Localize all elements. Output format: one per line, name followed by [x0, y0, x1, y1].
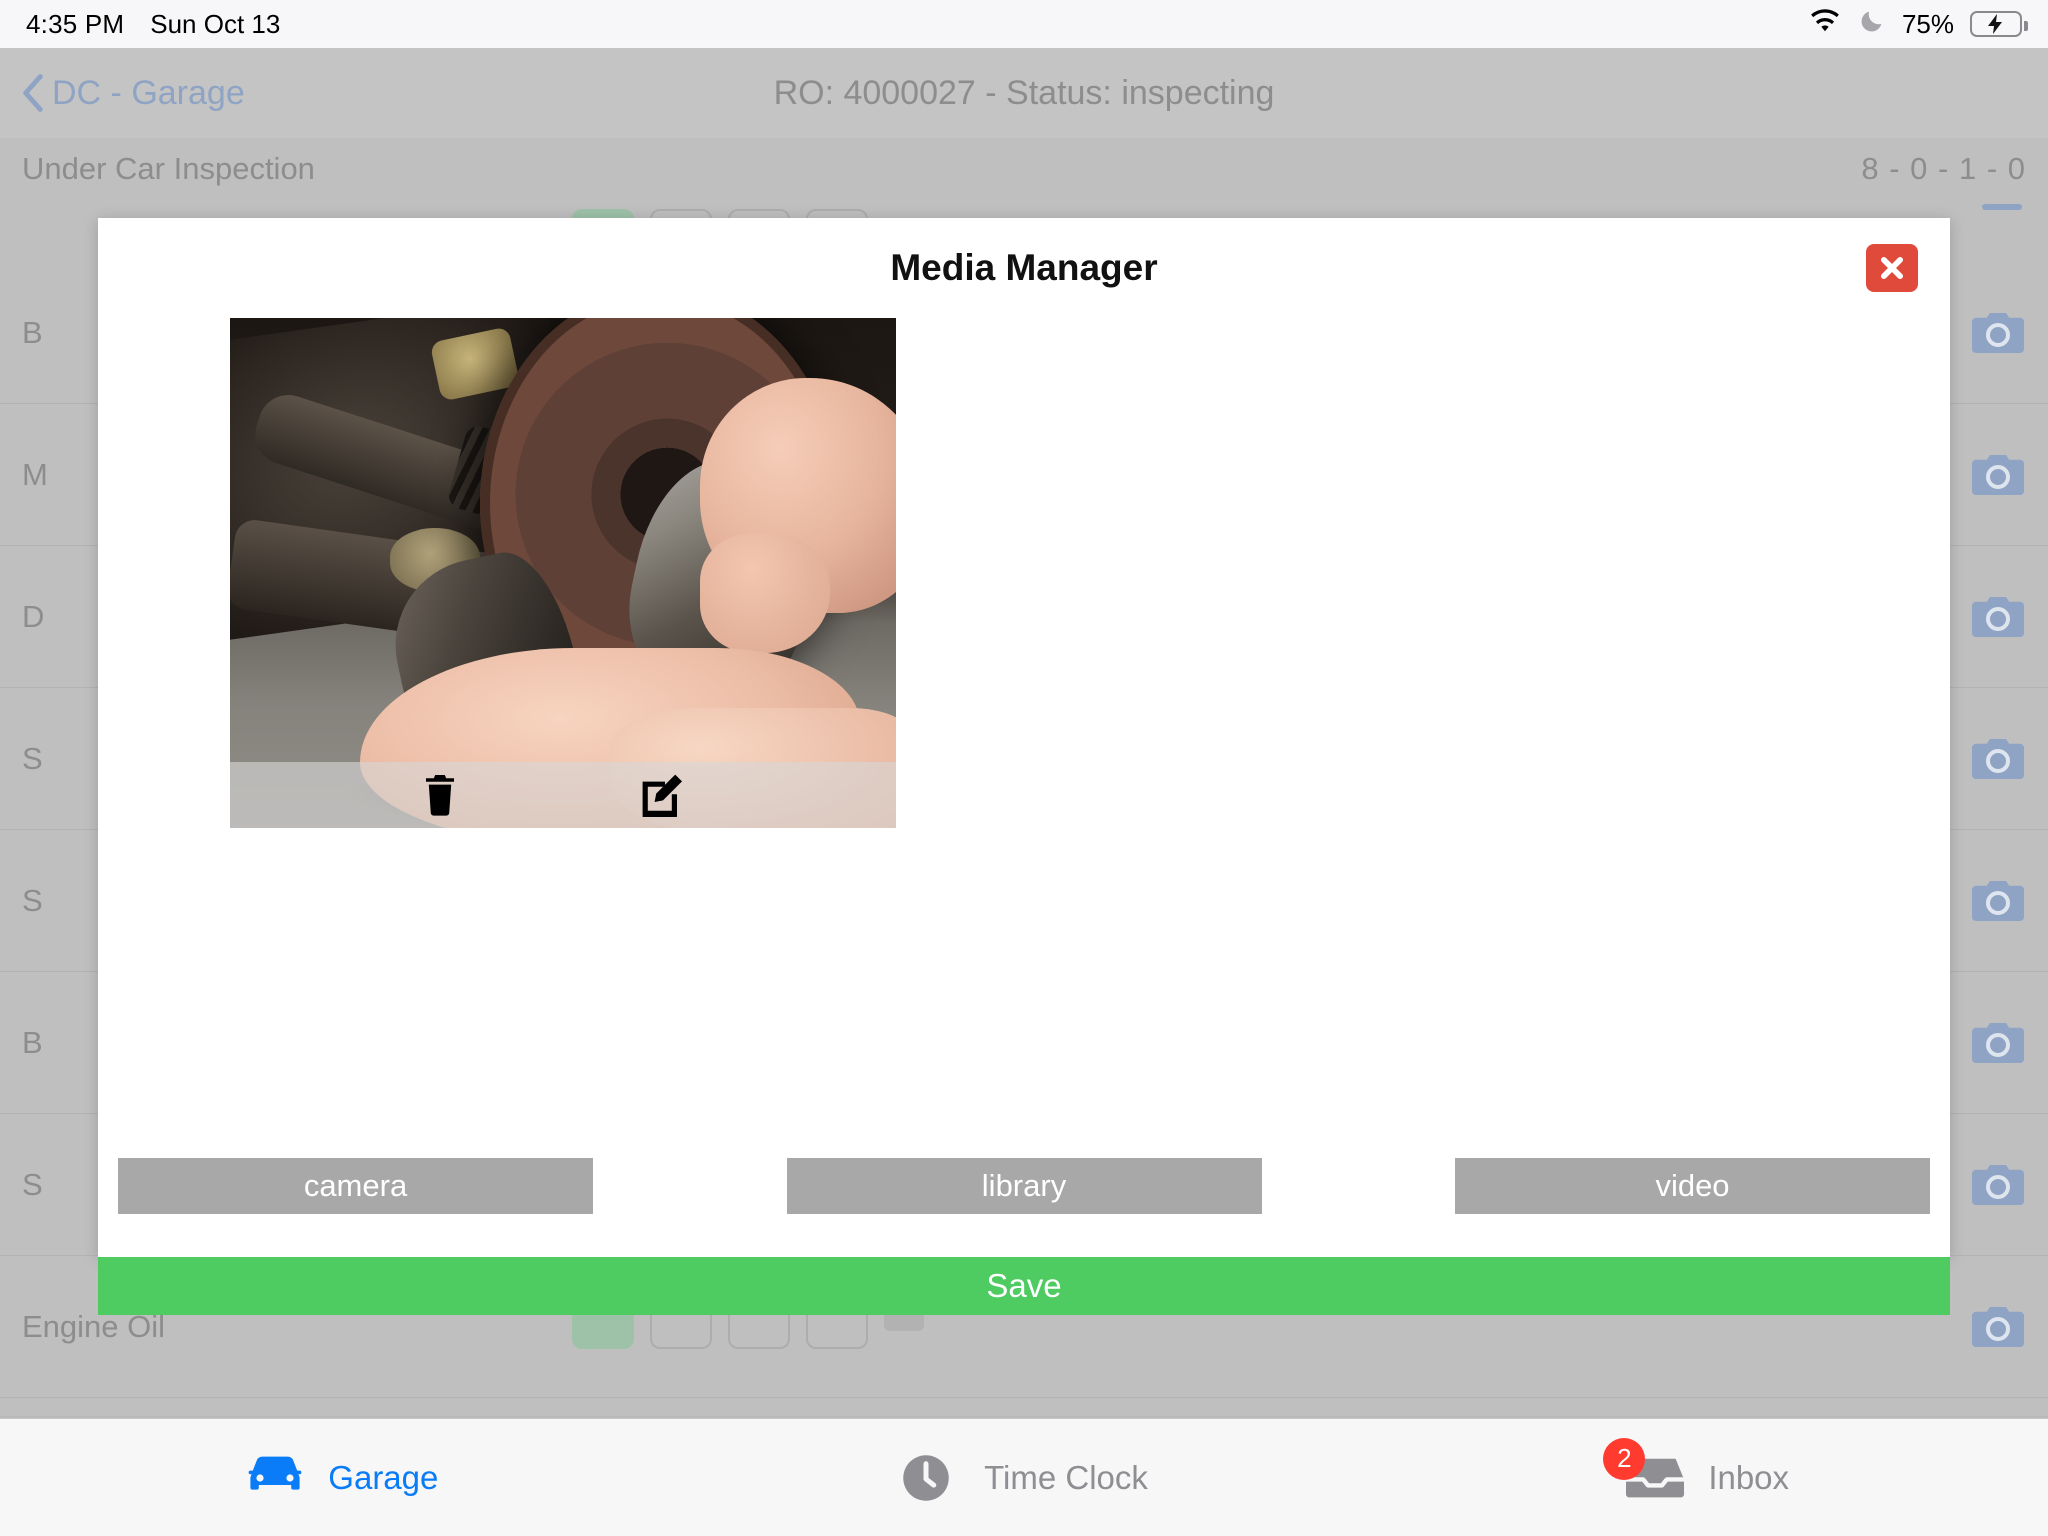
clock-icon: [900, 1452, 962, 1504]
library-button[interactable]: library: [786, 1158, 1262, 1214]
battery-charging-icon: [1970, 11, 2028, 37]
row-accent: [1982, 204, 2022, 210]
inbox-tray-icon: 2: [1603, 1437, 1686, 1504]
nav-bar: DC - Garage RO: 4000027 - Status: inspec…: [0, 48, 2048, 138]
battery-percent: 75%: [1901, 8, 1954, 39]
save-button[interactable]: Save: [98, 1257, 1950, 1315]
tab-inbox[interactable]: 2 Inbox: [1365, 1419, 2048, 1536]
camera-icon[interactable]: [1970, 1305, 2026, 1349]
camera-icon[interactable]: [1970, 311, 2026, 355]
tab-bar: Garage Time Clock 2 Inbox: [0, 1418, 2048, 1536]
status-bar: 4:35 PM Sun Oct 13 75%: [0, 0, 2048, 48]
media-source-buttons: camera library video: [98, 1140, 1950, 1258]
page-title: RO: 4000027 - Status: inspecting: [773, 73, 1275, 112]
edit-pencil-icon[interactable]: [640, 773, 684, 818]
car-icon: [244, 1452, 306, 1504]
camera-icon[interactable]: [1970, 1163, 2026, 1207]
media-manager-dialog: Media Manager camera library video: [98, 218, 1950, 1258]
video-button[interactable]: video: [1455, 1158, 1930, 1214]
tab-label: Garage: [328, 1458, 439, 1496]
dialog-title: Media Manager: [890, 247, 1158, 288]
trash-icon[interactable]: [422, 773, 458, 817]
camera-icon[interactable]: [1970, 737, 2026, 781]
media-grid: [98, 318, 1950, 1140]
app-root: 4:35 PM Sun Oct 13 75% DC - Garage RO: 4…: [0, 0, 2048, 1536]
inbox-badge: 2: [1603, 1437, 1646, 1480]
camera-icon[interactable]: [1970, 453, 2026, 497]
status-time: 4:35 PM: [26, 8, 125, 39]
media-thumbnail[interactable]: [230, 318, 896, 828]
camera-icon[interactable]: [1970, 879, 2026, 923]
camera-icon[interactable]: [1970, 595, 2026, 639]
close-button[interactable]: [1866, 244, 1918, 292]
status-bar-right: 75%: [1808, 7, 2028, 42]
media-actions: [230, 762, 896, 828]
tab-label: Time Clock: [984, 1458, 1148, 1496]
camera-icon[interactable]: [1970, 1021, 2026, 1065]
section-counts: 8 - 0 - 1 - 0: [1861, 151, 2026, 186]
tab-label: Inbox: [1708, 1458, 1790, 1496]
status-date: Sun Oct 13: [150, 8, 281, 39]
dialog-header: Media Manager: [98, 218, 1950, 318]
camera-button[interactable]: camera: [118, 1158, 593, 1214]
section-header-tire[interactable]: Tire Inspection 4 - 0 - 0 - 0: [0, 1398, 2048, 1416]
section-counts: 4 - 0 - 0 - 0: [1861, 1412, 2026, 1416]
brake-pad-photo: [230, 318, 896, 828]
section-title: Tire Inspection: [22, 1412, 224, 1416]
tab-garage[interactable]: Garage: [0, 1419, 683, 1536]
moon-icon: [1858, 7, 1886, 42]
wifi-icon: [1808, 8, 1842, 41]
section-title: Under Car Inspection: [22, 151, 315, 186]
section-header-under-car[interactable]: Under Car Inspection 8 - 0 - 1 - 0: [0, 138, 2048, 200]
tab-time-clock[interactable]: Time Clock: [683, 1419, 1366, 1536]
status-bar-left: 4:35 PM Sun Oct 13: [26, 9, 280, 40]
